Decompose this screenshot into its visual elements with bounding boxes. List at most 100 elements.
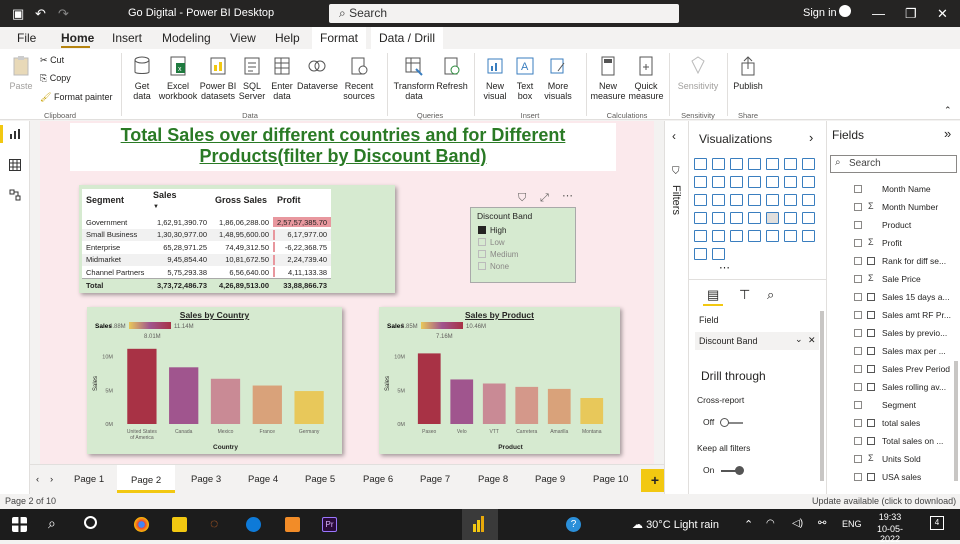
slicer-option[interactable]: Medium bbox=[478, 250, 518, 259]
filter-icon[interactable]: ⛉ bbox=[518, 192, 526, 205]
field-checkbox[interactable] bbox=[854, 293, 862, 301]
key-influencers-visual-icon[interactable] bbox=[730, 230, 743, 242]
field-item[interactable]: Σ Month Number bbox=[827, 201, 952, 217]
powerapps-visual-icon[interactable] bbox=[694, 248, 707, 260]
report-title[interactable]: Total Sales over different countries and… bbox=[70, 123, 616, 171]
bar[interactable] bbox=[450, 379, 474, 424]
bar[interactable] bbox=[169, 367, 199, 424]
collapse-viz-pane-icon[interactable]: › bbox=[809, 130, 813, 145]
narrative-visual-icon[interactable] bbox=[784, 230, 797, 242]
card-visual-icon[interactable] bbox=[712, 212, 725, 224]
field-item[interactable]: Total sales on ... bbox=[827, 435, 952, 451]
field-item[interactable]: total sales bbox=[827, 417, 952, 433]
excel-workbook-button[interactable]: x Excel workbook bbox=[158, 55, 198, 101]
tray-expand-icon[interactable]: ⌃ bbox=[744, 518, 753, 531]
slicer-visual-icon[interactable] bbox=[766, 212, 779, 224]
table-visual-icon[interactable] bbox=[784, 212, 797, 224]
100-column-visual-icon[interactable] bbox=[784, 158, 797, 170]
new-visual-button[interactable]: New visual bbox=[479, 55, 511, 101]
scatter-visual-icon[interactable] bbox=[694, 194, 707, 206]
update-available-link[interactable]: Update available (click to download) bbox=[812, 496, 956, 506]
filled-map-visual-icon[interactable] bbox=[784, 194, 797, 206]
recent-sources-button[interactable]: Recent sources bbox=[338, 55, 380, 101]
discount-band-slicer[interactable]: Discount Band High Low Medium None bbox=[470, 207, 576, 283]
format-painter-button[interactable]: 🖌 Format painter bbox=[40, 92, 112, 103]
field-item[interactable]: Sales rolling av... bbox=[827, 381, 952, 397]
file-explorer-icon[interactable] bbox=[172, 517, 187, 532]
focus-mode-icon[interactable]: ⤢ bbox=[540, 192, 549, 205]
top-search-box[interactable]: ⌕ Search bbox=[329, 4, 679, 23]
tab-data-drill[interactable]: Data / Drill bbox=[371, 27, 444, 49]
multi-row-card-visual-icon[interactable] bbox=[730, 212, 743, 224]
field-checkbox[interactable] bbox=[854, 329, 862, 337]
donut-visual-icon[interactable] bbox=[730, 194, 743, 206]
quick-measure-button[interactable]: Quick measure bbox=[628, 55, 664, 101]
more-visuals-button[interactable]: More visuals bbox=[540, 55, 576, 101]
field-checkbox[interactable] bbox=[854, 221, 862, 229]
filters-pane-collapsed[interactable]: ‹ ⛉ Filters bbox=[664, 121, 688, 494]
field-checkbox[interactable] bbox=[854, 239, 862, 247]
transform-data-button[interactable]: Transform data bbox=[392, 55, 436, 101]
field-well-value[interactable]: Discount Band ⌄ ✕ bbox=[695, 332, 819, 350]
gauge-visual-icon[interactable] bbox=[694, 212, 707, 224]
publish-button[interactable]: Publish bbox=[731, 55, 765, 91]
more-options-icon[interactable]: ⋯ bbox=[562, 189, 573, 202]
redo-icon[interactable]: ↷ bbox=[58, 6, 69, 22]
field-checkbox[interactable] bbox=[854, 401, 862, 409]
chrome-icon[interactable] bbox=[134, 517, 149, 532]
field-checkbox[interactable] bbox=[854, 473, 862, 481]
field-item[interactable]: Rank for diff se... bbox=[827, 255, 952, 271]
field-checkbox[interactable] bbox=[854, 383, 862, 391]
analytics-magnifier-icon[interactable]: ⌕ bbox=[767, 287, 774, 303]
checkbox[interactable] bbox=[478, 226, 486, 234]
col-header-segment[interactable]: Segment bbox=[82, 189, 149, 216]
field-checkbox[interactable] bbox=[854, 419, 862, 427]
slicer-option[interactable]: None bbox=[478, 262, 509, 271]
bar[interactable] bbox=[252, 385, 282, 424]
volume-icon[interactable]: ◁) bbox=[792, 518, 803, 529]
minimize-icon[interactable]: — bbox=[872, 6, 885, 21]
checkbox[interactable] bbox=[478, 250, 486, 258]
field-item[interactable]: Sales amt RF Pr... bbox=[827, 309, 952, 325]
model-view-icon[interactable] bbox=[9, 189, 21, 201]
field-checkbox[interactable] bbox=[854, 365, 862, 373]
clock[interactable]: 19:33 10-05-2022 bbox=[870, 512, 910, 544]
edge-icon[interactable] bbox=[246, 517, 261, 532]
tab-page-1[interactable]: Page 1 bbox=[74, 474, 104, 485]
cortana-icon[interactable] bbox=[84, 516, 97, 529]
network-icon[interactable]: ⚯ bbox=[818, 518, 826, 529]
bar[interactable] bbox=[580, 398, 604, 424]
sensitivity-button[interactable]: Sensitivity bbox=[675, 55, 721, 91]
field-item[interactable]: Product bbox=[827, 219, 952, 235]
pie-visual-icon[interactable] bbox=[712, 194, 725, 206]
next-page-icon[interactable]: › bbox=[50, 474, 53, 485]
tab-file[interactable]: File bbox=[17, 31, 36, 45]
python-visual-visual-icon[interactable] bbox=[712, 230, 725, 242]
field-item[interactable]: USA sales bbox=[827, 471, 952, 487]
tab-page-2[interactable]: Page 2 bbox=[117, 465, 176, 493]
format-paint-roller-icon[interactable]: ⊤ bbox=[739, 287, 750, 303]
treemap-visual-icon[interactable] bbox=[748, 194, 761, 206]
chevron-down-icon[interactable]: ⌄ bbox=[795, 334, 803, 345]
prev-page-icon[interactable]: ‹ bbox=[36, 474, 39, 485]
expand-chevron-icon[interactable]: ‹ bbox=[672, 129, 676, 143]
qa-visual-icon[interactable] bbox=[766, 230, 779, 242]
report-view-icon[interactable] bbox=[9, 128, 21, 140]
tab-format[interactable]: Format bbox=[312, 27, 367, 49]
tab-view[interactable]: View bbox=[230, 31, 256, 45]
bar[interactable] bbox=[482, 383, 506, 425]
line-clustered-visual-icon[interactable] bbox=[748, 176, 761, 188]
shape-map-visual-icon[interactable] bbox=[802, 194, 815, 206]
new-measure-button[interactable]: New measure bbox=[590, 55, 626, 101]
bar[interactable] bbox=[294, 391, 324, 424]
wifi-icon[interactable]: ◠ bbox=[766, 518, 775, 529]
bar[interactable] bbox=[515, 386, 539, 424]
table-row[interactable]: Government 1,62,91,390.70 1,86,06,288.00 2,… bbox=[82, 216, 332, 229]
r-visual-visual-icon[interactable] bbox=[694, 230, 707, 242]
cross-report-toggle[interactable]: Off bbox=[703, 417, 743, 427]
premiere-pro-icon[interactable]: Pr bbox=[322, 517, 337, 532]
collapse-ribbon-icon[interactable]: ⌃ bbox=[944, 105, 952, 116]
field-item[interactable]: Σ Sale Price bbox=[827, 273, 952, 289]
field-checkbox[interactable] bbox=[854, 455, 862, 463]
weather-widget[interactable]: ☁ 30°C Light rain bbox=[632, 518, 719, 531]
